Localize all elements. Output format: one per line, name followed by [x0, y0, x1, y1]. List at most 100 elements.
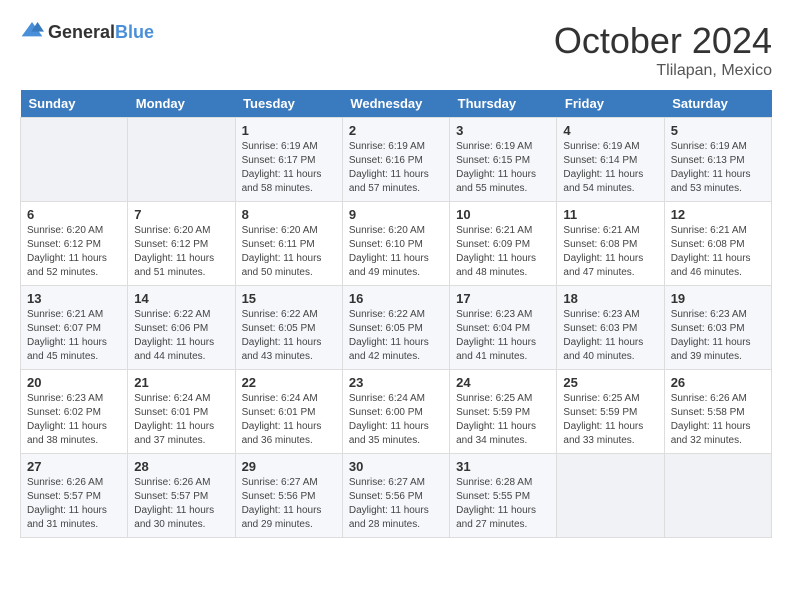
day-info: Sunrise: 6:24 AMSunset: 6:00 PMDaylight:…: [349, 392, 443, 448]
day-number: 14: [134, 291, 228, 306]
day-info: Sunrise: 6:19 AMSunset: 6:17 PMDaylight:…: [242, 140, 336, 196]
calendar-cell: [128, 118, 235, 202]
calendar-cell: 28Sunrise: 6:26 AMSunset: 5:57 PMDayligh…: [128, 454, 235, 538]
calendar-cell: [557, 454, 664, 538]
day-info: Sunrise: 6:26 AMSunset: 5:57 PMDaylight:…: [27, 476, 121, 532]
day-number: 23: [349, 375, 443, 390]
calendar-cell: 6 Sunrise: 6:20 AMSunset: 6:12 PMDaylight…: [21, 202, 128, 286]
day-number: 18: [563, 291, 657, 306]
calendar-cell: 22 Sunrise: 6:24 AMSunset: 6:01 PMDayligh…: [235, 370, 342, 454]
calendar-cell: 12Sunrise: 6:21 AMSunset: 6:08 PMDayligh…: [664, 202, 771, 286]
calendar-cell: 31 Sunrise: 6:28 AMSunset: 5:55 PMDayligh…: [450, 454, 557, 538]
calendar-cell: 1 Sunrise: 6:19 AMSunset: 6:17 PMDaylight…: [235, 118, 342, 202]
column-header-monday: Monday: [128, 90, 235, 118]
header-row: SundayMondayTuesdayWednesdayThursdayFrid…: [21, 90, 772, 118]
day-number: 20: [27, 375, 121, 390]
day-info: Sunrise: 6:24 AMSunset: 6:01 PMDaylight:…: [242, 392, 336, 448]
calendar-cell: [664, 454, 771, 538]
day-info: Sunrise: 6:23 AMSunset: 6:04 PMDaylight:…: [456, 308, 550, 364]
day-info: Sunrise: 6:21 AMSunset: 6:07 PMDaylight:…: [27, 308, 121, 364]
day-number: 22: [242, 375, 336, 390]
day-number: 7: [134, 207, 228, 222]
day-number: 8: [242, 207, 336, 222]
day-number: 27: [27, 459, 121, 474]
day-info: Sunrise: 6:23 AMSunset: 6:02 PMDaylight:…: [27, 392, 121, 448]
day-info: Sunrise: 6:25 AMSunset: 5:59 PMDaylight:…: [456, 392, 550, 448]
calendar-cell: 30 Sunrise: 6:27 AMSunset: 5:56 PMDayligh…: [342, 454, 449, 538]
day-info: Sunrise: 6:19 AMSunset: 6:13 PMDaylight:…: [671, 140, 765, 196]
day-info: Sunrise: 6:26 AMSunset: 5:57 PMDaylight:…: [134, 476, 228, 532]
day-info: Sunrise: 6:19 AMSunset: 6:14 PMDaylight:…: [563, 140, 657, 196]
day-info: Sunrise: 6:22 AMSunset: 6:05 PMDaylight:…: [349, 308, 443, 364]
day-number: 15: [242, 291, 336, 306]
day-info: Sunrise: 6:27 AMSunset: 5:56 PMDaylight:…: [349, 476, 443, 532]
day-info: Sunrise: 6:23 AMSunset: 6:03 PMDaylight:…: [563, 308, 657, 364]
calendar-cell: 5 Sunrise: 6:19 AMSunset: 6:13 PMDaylight…: [664, 118, 771, 202]
calendar-cell: 13 Sunrise: 6:21 AMSunset: 6:07 PMDayligh…: [21, 286, 128, 370]
day-info: Sunrise: 6:20 AMSunset: 6:12 PMDaylight:…: [27, 224, 121, 280]
day-info: Sunrise: 6:28 AMSunset: 5:55 PMDaylight:…: [456, 476, 550, 532]
calendar-cell: 26 Sunrise: 6:26 AMSunset: 5:58 PMDayligh…: [664, 370, 771, 454]
location-subtitle: Tlilapan, Mexico: [554, 62, 772, 80]
day-number: 19: [671, 291, 765, 306]
logo-icon: [20, 20, 44, 45]
day-info: Sunrise: 6:22 AMSunset: 6:05 PMDaylight:…: [242, 308, 336, 364]
day-number: 13: [27, 291, 121, 306]
logo-general: General: [48, 22, 115, 42]
day-number: 26: [671, 375, 765, 390]
day-info: Sunrise: 6:24 AMSunset: 6:01 PMDaylight:…: [134, 392, 228, 448]
calendar-cell: [21, 118, 128, 202]
calendar-cell: 17Sunrise: 6:23 AMSunset: 6:04 PMDayligh…: [450, 286, 557, 370]
calendar-cell: 3 Sunrise: 6:19 AMSunset: 6:15 PMDaylight…: [450, 118, 557, 202]
day-info: Sunrise: 6:23 AMSunset: 6:03 PMDaylight:…: [671, 308, 765, 364]
page-header: GeneralBlue October 2024 Tlilapan, Mexic…: [20, 20, 772, 80]
day-number: 30: [349, 459, 443, 474]
day-number: 31: [456, 459, 550, 474]
column-header-saturday: Saturday: [664, 90, 771, 118]
week-row-4: 20 Sunrise: 6:23 AMSunset: 6:02 PMDayligh…: [21, 370, 772, 454]
day-info: Sunrise: 6:19 AMSunset: 6:16 PMDaylight:…: [349, 140, 443, 196]
calendar-cell: 24 Sunrise: 6:25 AMSunset: 5:59 PMDayligh…: [450, 370, 557, 454]
logo-text: GeneralBlue: [48, 22, 154, 43]
week-row-5: 27 Sunrise: 6:26 AMSunset: 5:57 PMDayligh…: [21, 454, 772, 538]
calendar-cell: 16 Sunrise: 6:22 AMSunset: 6:05 PMDayligh…: [342, 286, 449, 370]
day-info: Sunrise: 6:26 AMSunset: 5:58 PMDaylight:…: [671, 392, 765, 448]
calendar-cell: 4 Sunrise: 6:19 AMSunset: 6:14 PMDaylight…: [557, 118, 664, 202]
logo: GeneralBlue: [20, 20, 154, 45]
calendar-cell: 19 Sunrise: 6:23 AMSunset: 6:03 PMDayligh…: [664, 286, 771, 370]
day-number: 5: [671, 123, 765, 138]
day-info: Sunrise: 6:22 AMSunset: 6:06 PMDaylight:…: [134, 308, 228, 364]
day-info: Sunrise: 6:19 AMSunset: 6:15 PMDaylight:…: [456, 140, 550, 196]
calendar-cell: 10 Sunrise: 6:21 AMSunset: 6:09 PMDayligh…: [450, 202, 557, 286]
calendar-cell: 27 Sunrise: 6:26 AMSunset: 5:57 PMDayligh…: [21, 454, 128, 538]
calendar-cell: 14 Sunrise: 6:22 AMSunset: 6:06 PMDayligh…: [128, 286, 235, 370]
column-header-friday: Friday: [557, 90, 664, 118]
column-header-wednesday: Wednesday: [342, 90, 449, 118]
calendar-cell: 20 Sunrise: 6:23 AMSunset: 6:02 PMDayligh…: [21, 370, 128, 454]
calendar-cell: 15 Sunrise: 6:22 AMSunset: 6:05 PMDayligh…: [235, 286, 342, 370]
day-number: 11: [563, 207, 657, 222]
day-number: 24: [456, 375, 550, 390]
day-number: 6: [27, 207, 121, 222]
day-info: Sunrise: 6:27 AMSunset: 5:56 PMDaylight:…: [242, 476, 336, 532]
month-title: October 2024: [554, 20, 772, 62]
calendar-table: SundayMondayTuesdayWednesdayThursdayFrid…: [20, 90, 772, 538]
calendar-cell: 8 Sunrise: 6:20 AMSunset: 6:11 PMDaylight…: [235, 202, 342, 286]
day-info: Sunrise: 6:20 AMSunset: 6:11 PMDaylight:…: [242, 224, 336, 280]
week-row-3: 13 Sunrise: 6:21 AMSunset: 6:07 PMDayligh…: [21, 286, 772, 370]
day-info: Sunrise: 6:25 AMSunset: 5:59 PMDaylight:…: [563, 392, 657, 448]
day-number: 9: [349, 207, 443, 222]
calendar-cell: 7Sunrise: 6:20 AMSunset: 6:12 PMDaylight…: [128, 202, 235, 286]
week-row-1: 1 Sunrise: 6:19 AMSunset: 6:17 PMDaylight…: [21, 118, 772, 202]
calendar-cell: 11Sunrise: 6:21 AMSunset: 6:08 PMDayligh…: [557, 202, 664, 286]
day-number: 10: [456, 207, 550, 222]
calendar-cell: 9Sunrise: 6:20 AMSunset: 6:10 PMDaylight…: [342, 202, 449, 286]
day-info: Sunrise: 6:21 AMSunset: 6:09 PMDaylight:…: [456, 224, 550, 280]
column-header-sunday: Sunday: [21, 90, 128, 118]
logo-blue: Blue: [115, 22, 154, 42]
day-number: 1: [242, 123, 336, 138]
day-number: 4: [563, 123, 657, 138]
calendar-cell: 18 Sunrise: 6:23 AMSunset: 6:03 PMDayligh…: [557, 286, 664, 370]
day-number: 16: [349, 291, 443, 306]
day-number: 3: [456, 123, 550, 138]
